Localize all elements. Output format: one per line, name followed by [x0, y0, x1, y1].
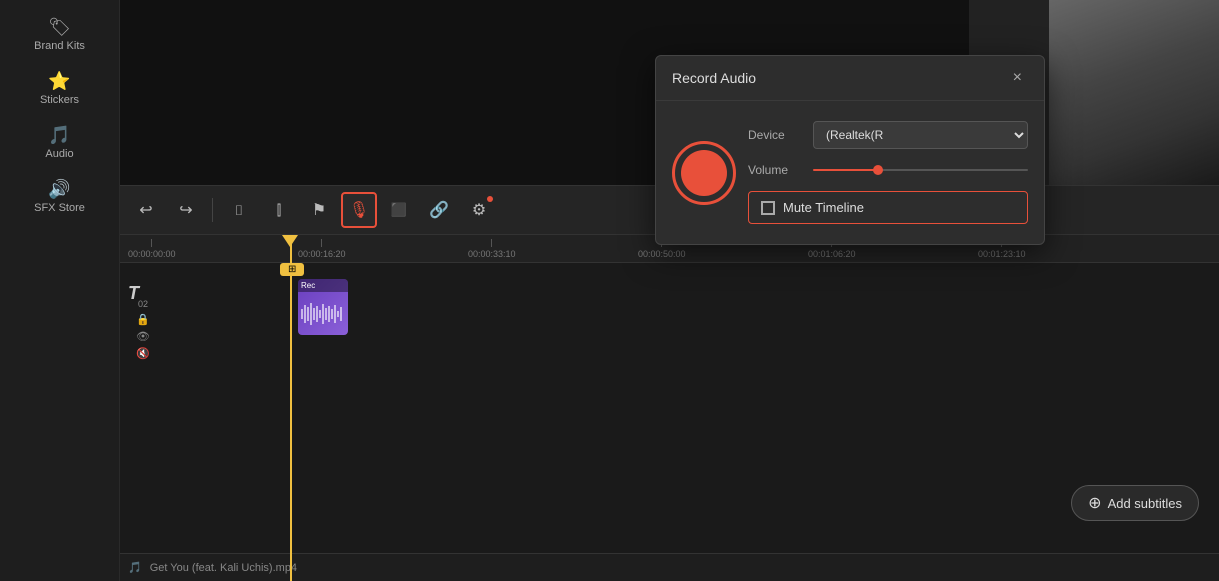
track-clip[interactable]: Rec [298, 279, 348, 335]
thumbnail-image [1049, 0, 1219, 185]
audio-track-icon: 🎵 [128, 561, 142, 574]
mute-row: Mute Timeline [748, 191, 1028, 224]
split-button[interactable]: ⫿ [261, 192, 297, 228]
record-button[interactable] [672, 141, 736, 205]
audio-icon: 🎵 [48, 126, 70, 144]
track-visibility-icon[interactable]: 👁 [136, 330, 150, 343]
dialog-title: Record Audio [672, 70, 756, 86]
brand-kits-icon: 🏷 [48, 18, 71, 36]
dialog-header: Record Audio × [656, 56, 1044, 101]
timeline: 00:00:00:00 00:00:16:20 00:00:33:10 00:0… [120, 235, 1219, 581]
device-row: Device (Realtek(R [748, 121, 1028, 149]
record-button-area [672, 141, 736, 205]
preview-thumbnail [1049, 0, 1219, 185]
record-audio-button[interactable]: 🎙 [341, 192, 377, 228]
main-area: ⏸ ▶ ⏹ ↩ ↪ ⌷ ⫿ ⚑ 🎙 ⬛ 🔗 ⚙ 00:00:00:00 [120, 0, 1219, 581]
sfx-store-icon: 🔊 [48, 180, 70, 198]
timeline-playhead [290, 235, 292, 581]
sidebar-item-label: SFX Store [34, 202, 85, 214]
toolbar-separator-1 [212, 198, 213, 222]
stickers-icon: ⭐ [48, 72, 70, 90]
track-lock-icon[interactable]: 🔒 [136, 313, 150, 326]
trim-button[interactable]: ⌷ [221, 192, 257, 228]
flag-button[interactable]: ⚑ [301, 192, 337, 228]
mute-checkbox[interactable] [761, 201, 775, 215]
dialog-main-row: Device (Realtek(R Volume [672, 121, 1028, 224]
undo-button[interactable]: ↩ [128, 192, 164, 228]
mute-label: Mute Timeline [783, 200, 864, 215]
volume-row: Volume [748, 163, 1028, 177]
device-select[interactable]: (Realtek(R [813, 121, 1028, 149]
record-audio-dialog: Record Audio × Device [655, 55, 1045, 245]
device-label: Device [748, 128, 803, 142]
sidebar: 🏷 Brand Kits ⭐ Stickers 🎵 Audio 🔊 SFX St… [0, 0, 120, 581]
dialog-close-button[interactable]: × [1007, 68, 1028, 88]
sidebar-item-label: Stickers [40, 94, 79, 106]
add-subtitles-button[interactable]: ⊕ Add subtitles [1071, 485, 1199, 521]
dialog-body: Device (Realtek(R Volume [656, 101, 1044, 244]
sidebar-item-stickers[interactable]: ⭐ Stickers [0, 62, 119, 116]
ruler-mark: 00:00:33:10 [468, 235, 516, 259]
link-button[interactable]: 🔗 [421, 192, 457, 228]
sidebar-item-label: Audio [45, 148, 73, 160]
track-mute-icon[interactable]: 🔇 [136, 347, 150, 360]
caption-button[interactable]: ⬛ [381, 192, 417, 228]
audio-track-label: Get You (feat. Kali Uchis).mp4 [150, 562, 297, 574]
ruler-mark: 00:00:00:00 [128, 235, 176, 259]
timeline-tracks: T 02 🔒 👁 🔇 Rec [120, 263, 1219, 581]
ruler-mark: 00:00:16:20 [298, 235, 346, 259]
track-row: 02 🔒 👁 🔇 Rec [158, 279, 1211, 349]
add-subtitles-icon: ⊕ [1088, 493, 1101, 513]
sidebar-item-label: Brand Kits [34, 40, 85, 52]
sidebar-item-sfx-store[interactable]: 🔊 SFX Store [0, 170, 119, 224]
record-circle [681, 150, 727, 196]
track-number: 02 [138, 299, 148, 309]
volume-slider[interactable] [813, 169, 1028, 171]
volume-thumb [873, 165, 883, 175]
volume-label: Volume [748, 163, 803, 177]
sidebar-item-audio[interactable]: 🎵 Audio [0, 116, 119, 170]
add-subtitles-label: Add subtitles [1108, 496, 1182, 511]
dialog-controls: Device (Realtek(R Volume [748, 121, 1028, 224]
audio-track-row: 🎵 Get You (feat. Kali Uchis).mp4 [120, 553, 1219, 581]
sidebar-item-brand-kits[interactable]: 🏷 Brand Kits [0, 8, 119, 62]
track-clip-label: Rec [298, 279, 348, 292]
volume-slider-container [813, 169, 1028, 171]
track-clip-waveform [298, 292, 348, 335]
redo-button[interactable]: ↪ [168, 192, 204, 228]
more-options-button[interactable]: ⚙ [461, 192, 497, 228]
timeline-playhead-time: ⊞ [280, 263, 304, 276]
